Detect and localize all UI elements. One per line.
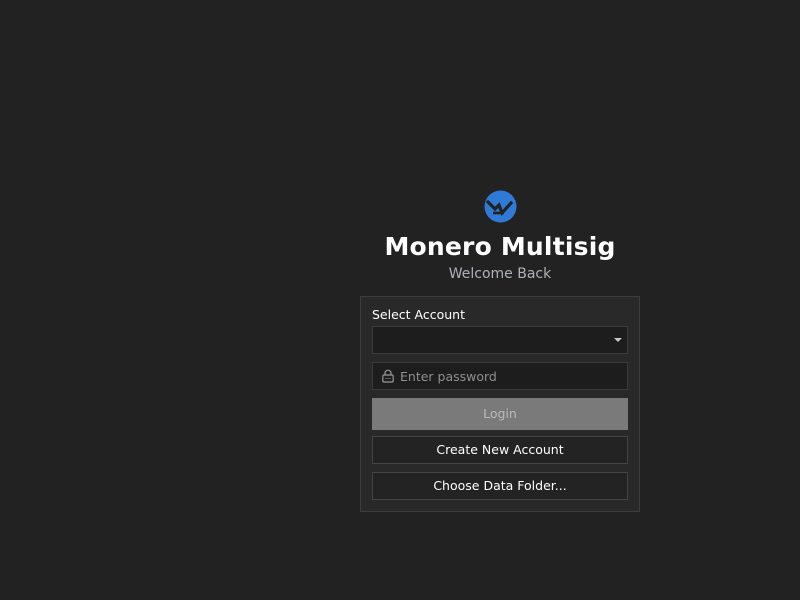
choose-data-folder-button[interactable]: Choose Data Folder... — [372, 472, 628, 500]
app-title: Monero Multisig — [384, 232, 616, 261]
password-input[interactable] — [400, 363, 620, 389]
create-new-account-button[interactable]: Create New Account — [372, 436, 628, 464]
login-column: Monero Multisig Welcome Back Select Acco… — [360, 190, 640, 512]
account-select[interactable] — [372, 326, 628, 354]
lock-icon — [382, 369, 394, 383]
monero-logo-icon — [484, 190, 516, 223]
logo-container — [360, 190, 640, 224]
welcome-subtitle: Welcome Back — [448, 266, 552, 282]
app-window: Monero Multisig Welcome Back Select Acco… — [0, 0, 800, 600]
chevron-down-icon — [614, 338, 622, 342]
login-card: Select Account Login Create New Account … — [360, 296, 640, 512]
login-button[interactable]: Login — [372, 398, 628, 430]
select-account-label: Select Account — [372, 307, 466, 322]
password-field[interactable] — [372, 362, 628, 390]
